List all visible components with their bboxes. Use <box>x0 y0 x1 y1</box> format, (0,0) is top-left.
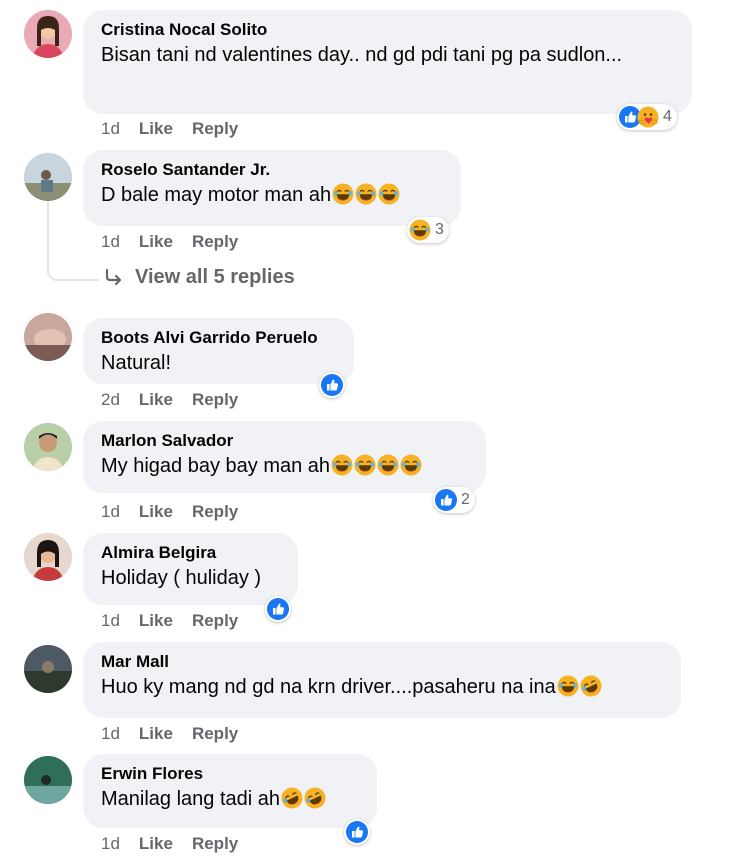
reaction-summary[interactable] <box>265 596 291 622</box>
comment-text: My higad bay bay man ah <box>101 452 468 480</box>
laughing-emoji-icon <box>377 454 399 476</box>
comment-text: Holiday ( huliday ) <box>101 567 262 589</box>
reaction-summary[interactable]: 2 <box>433 487 475 513</box>
reply-button[interactable]: Reply <box>192 834 238 854</box>
laughing-emoji-icon <box>355 183 377 205</box>
comment-author[interactable]: Erwin Flores <box>101 763 359 785</box>
like-button[interactable]: Like <box>139 834 173 854</box>
like-button[interactable]: Like <box>139 611 173 631</box>
reaction-summary[interactable] <box>319 372 345 398</box>
comment-author[interactable]: Mar Mall <box>101 651 663 673</box>
reply-button[interactable]: Reply <box>192 390 238 410</box>
comment-actions: 1d Like Reply <box>101 724 257 744</box>
comment-actions: 1d Like Reply <box>101 232 257 252</box>
like-button[interactable]: Like <box>139 119 173 139</box>
reply-button[interactable]: Reply <box>192 502 238 522</box>
rolling-laughing-emoji-icon <box>304 787 326 809</box>
comment-bubble: Almira Belgira Holiday ( huliday ) <box>83 533 298 605</box>
timestamp[interactable]: 1d <box>101 834 120 854</box>
comment-bubble: Boots Alvi Garrido Peruelo Natural! <box>83 318 354 384</box>
like-button[interactable]: Like <box>139 502 173 522</box>
view-replies-label: View all 5 replies <box>135 266 295 288</box>
laughing-emoji-icon <box>378 183 400 205</box>
comment-actions: 2d Like Reply <box>101 390 257 410</box>
reaction-summary[interactable]: 3 <box>407 217 449 243</box>
comment-text: Manilag lang tadi ah <box>101 785 359 813</box>
reaction-count: 3 <box>435 221 444 238</box>
laughing-emoji-icon <box>400 454 422 476</box>
reply-arrow-icon <box>105 268 122 285</box>
rolling-laughing-emoji-icon <box>281 787 303 809</box>
comment-author[interactable]: Roselo Santander Jr. <box>101 159 443 181</box>
like-reaction-icon <box>267 598 289 620</box>
care-reaction-icon <box>637 106 659 128</box>
comment-text: Natural! <box>101 352 172 374</box>
comment-author[interactable]: Boots Alvi Garrido Peruelo <box>101 327 336 349</box>
reply-button[interactable]: Reply <box>192 119 238 139</box>
laughing-emoji-icon <box>332 183 354 205</box>
like-reaction-icon <box>321 374 343 396</box>
avatar[interactable] <box>24 533 72 581</box>
comment-text: Huo ky mang nd gd na krn driver....pasah… <box>101 673 663 701</box>
timestamp[interactable]: 1d <box>101 502 120 522</box>
comment-actions: 1d Like Reply <box>101 502 257 522</box>
reply-button[interactable]: Reply <box>192 232 238 252</box>
rolling-laughing-emoji-icon <box>580 675 602 697</box>
reaction-summary[interactable]: 4 <box>617 104 677 130</box>
comment-actions: 1d Like Reply <box>101 834 257 854</box>
timestamp[interactable]: 1d <box>101 232 120 252</box>
timestamp[interactable]: 1d <box>101 724 120 744</box>
comment-text: D bale may motor man ah <box>101 181 443 209</box>
avatar[interactable] <box>24 10 72 58</box>
avatar[interactable] <box>24 756 72 804</box>
reaction-count: 4 <box>663 108 672 125</box>
comment-actions: 1d Like Reply <box>101 119 257 139</box>
like-button[interactable]: Like <box>139 390 173 410</box>
view-replies-link[interactable]: View all 5 replies <box>103 266 295 289</box>
comment-bubble: Mar Mall Huo ky mang nd gd na krn driver… <box>83 642 681 718</box>
like-reaction-icon <box>346 821 368 843</box>
reply-button[interactable]: Reply <box>192 724 238 744</box>
timestamp[interactable]: 2d <box>101 390 120 410</box>
timestamp[interactable]: 1d <box>101 119 120 139</box>
avatar[interactable] <box>24 313 72 361</box>
reaction-summary[interactable] <box>344 819 370 845</box>
like-button[interactable]: Like <box>139 232 173 252</box>
comment-actions: 1d Like Reply <box>101 611 257 631</box>
comment-bubble: Roselo Santander Jr. D bale may motor ma… <box>83 150 461 226</box>
avatar[interactable] <box>24 645 72 693</box>
avatar[interactable] <box>24 153 72 201</box>
laughing-emoji-icon <box>331 454 353 476</box>
comment-text: Bisan tani nd valentines day.. nd gd pdi… <box>101 44 623 66</box>
laughing-emoji-icon <box>409 219 431 241</box>
reply-button[interactable]: Reply <box>192 611 238 631</box>
comment-author[interactable]: Almira Belgira <box>101 542 280 564</box>
comment-bubble: Cristina Nocal Solito Bisan tani nd vale… <box>83 10 692 114</box>
comment-author[interactable]: Cristina Nocal Solito <box>101 19 674 41</box>
like-button[interactable]: Like <box>139 724 173 744</box>
comment-author[interactable]: Marlon Salvador <box>101 430 468 452</box>
reaction-count: 2 <box>461 491 470 508</box>
laughing-emoji-icon <box>354 454 376 476</box>
comment-bubble: Erwin Flores Manilag lang tadi ah <box>83 754 377 828</box>
avatar[interactable] <box>24 423 72 471</box>
like-reaction-icon <box>435 489 457 511</box>
comment-bubble: Marlon Salvador My higad bay bay man ah <box>83 421 486 493</box>
laughing-emoji-icon <box>557 675 579 697</box>
timestamp[interactable]: 1d <box>101 611 120 631</box>
